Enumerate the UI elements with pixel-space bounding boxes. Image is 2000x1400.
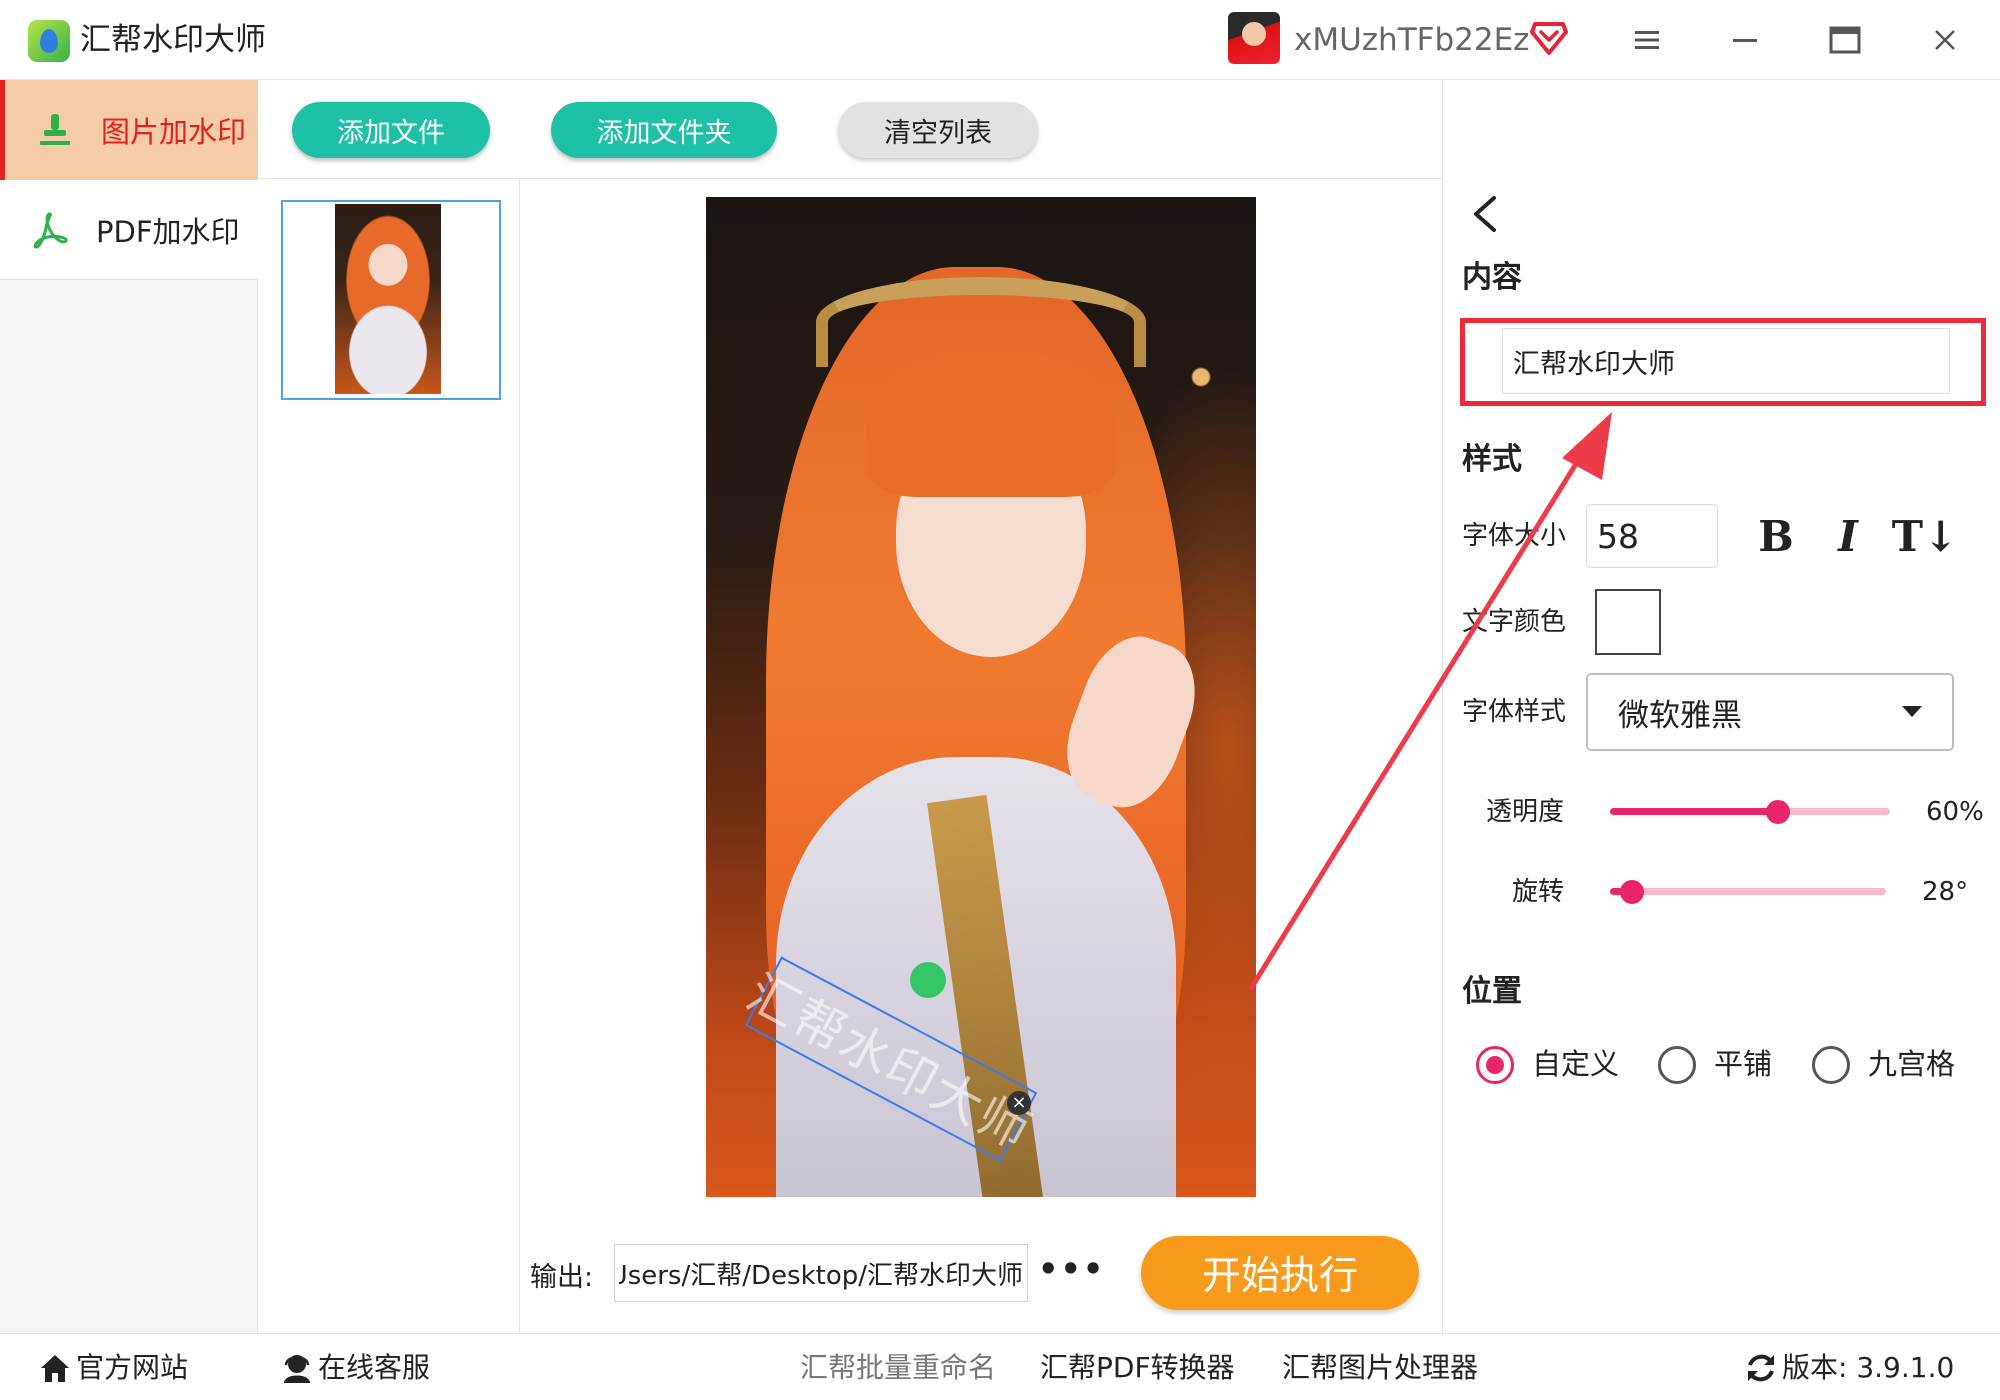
chevron-down-icon	[1902, 706, 1922, 717]
position-label-grid[interactable]: 九宫格	[1868, 1044, 1955, 1084]
font-style-select[interactable]: 微软雅黑	[1586, 673, 1954, 751]
rotation-slider-thumb[interactable]	[1619, 880, 1644, 904]
preview-figure-bangs	[866, 347, 1116, 497]
watermark-rotate-handle[interactable]	[910, 962, 946, 998]
user-avatar[interactable]	[1228, 12, 1280, 64]
support-link[interactable]: 在线客服	[280, 1348, 430, 1388]
version-info[interactable]: 版本: 3.9.1.0	[1744, 1348, 1954, 1388]
website-link[interactable]: 官方网站	[38, 1348, 188, 1388]
rename-tool-link[interactable]: 汇帮批量重命名	[800, 1348, 996, 1388]
start-button[interactable]: 开始执行	[1141, 1236, 1419, 1310]
watermark-content-input[interactable]	[1502, 328, 1950, 394]
menu-icon[interactable]	[1620, 18, 1674, 62]
position-radio-grid[interactable]	[1812, 1046, 1850, 1084]
font-style-selected: 微软雅黑	[1618, 697, 1742, 734]
add-folder-button[interactable]: 添加文件夹	[551, 102, 777, 158]
opacity-value: 60%	[1926, 797, 1984, 827]
back-icon[interactable]	[1466, 192, 1506, 236]
title-bar	[0, 0, 2000, 80]
headset-icon	[280, 1351, 314, 1385]
pdf-icon	[30, 210, 70, 250]
italic-button[interactable]: I	[1820, 506, 1876, 566]
position-label-custom[interactable]: 自定义	[1532, 1044, 1619, 1084]
thumbnail-image[interactable]	[335, 204, 441, 394]
sidebar-item-image-watermark[interactable]: 图片加水印	[0, 80, 258, 180]
opacity-slider-track[interactable]	[1610, 808, 1890, 815]
watermark-remove-icon[interactable]: ×	[1007, 1091, 1031, 1115]
output-label: 输出:	[530, 1262, 594, 1293]
close-icon[interactable]	[1918, 18, 1972, 62]
home-icon	[38, 1351, 72, 1385]
preview-figure-wreath	[816, 277, 1146, 367]
user-name[interactable]: xMUzhTFb22Ez	[1294, 18, 1529, 62]
website-label: 官方网站	[76, 1351, 189, 1384]
vertical-text-button[interactable]: T↓	[1892, 506, 1958, 566]
stamp-icon	[35, 110, 75, 150]
bold-button[interactable]: B	[1748, 506, 1804, 566]
minimize-icon[interactable]	[1718, 18, 1772, 62]
output-browse-button[interactable]: •••	[1038, 1250, 1105, 1288]
app-title: 汇帮水印大师	[80, 22, 266, 58]
sidebar-item-label: PDF加水印	[96, 214, 240, 249]
opacity-slider-fill	[1610, 808, 1778, 815]
opacity-slider-thumb[interactable]	[1766, 800, 1790, 824]
rotation-slider-track[interactable]	[1610, 888, 1886, 895]
position-radio-custom[interactable]	[1476, 1046, 1514, 1084]
add-file-button[interactable]: 添加文件	[292, 102, 490, 158]
rotation-value: 28°	[1922, 877, 1969, 907]
clear-list-button[interactable]: 清空列表	[838, 102, 1038, 158]
image-processor-link[interactable]: 汇帮图片处理器	[1282, 1348, 1478, 1388]
annotation-arrow	[1247, 412, 1612, 992]
position-radio-tile[interactable]	[1658, 1046, 1696, 1084]
maximize-icon[interactable]	[1818, 18, 1872, 62]
output-path-input[interactable]	[614, 1244, 1028, 1302]
content-section-title: 内容	[1462, 260, 1522, 295]
app-logo-icon	[28, 20, 70, 62]
refresh-icon	[1744, 1351, 1778, 1385]
sidebar-item-pdf-watermark[interactable]: PDF加水印	[0, 180, 258, 280]
version-label: 版本: 3.9.1.0	[1782, 1351, 1955, 1384]
diamond-icon[interactable]	[1530, 20, 1568, 56]
support-label: 在线客服	[318, 1351, 431, 1384]
sidebar-item-label: 图片加水印	[101, 115, 247, 149]
position-label-tile[interactable]: 平铺	[1714, 1044, 1772, 1084]
pdf-converter-link[interactable]: 汇帮PDF转换器	[1040, 1348, 1235, 1388]
